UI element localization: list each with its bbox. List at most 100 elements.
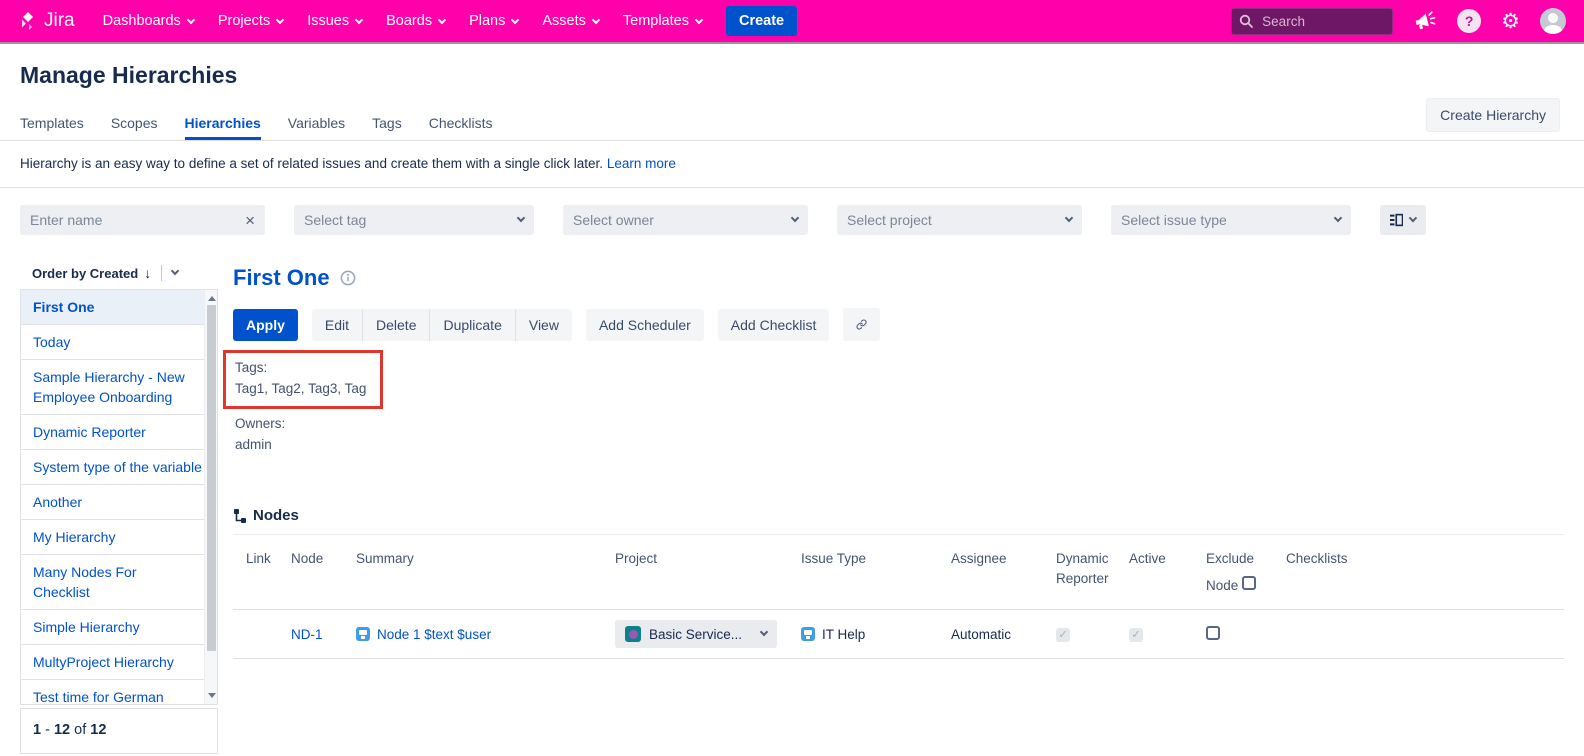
chevron-down-icon <box>791 214 799 222</box>
list-item-many-nodes[interactable]: Many Nodes For Checklist <box>21 555 217 610</box>
tab-hierarchies[interactable]: Hierarchies <box>185 105 261 140</box>
row-dynamic-reporter-cell: ✓ <box>1056 626 1129 642</box>
list-item-today[interactable]: Today <box>21 325 217 360</box>
tab-scopes[interactable]: Scopes <box>111 105 158 140</box>
nav-menu-projects[interactable]: Projects <box>218 13 283 29</box>
pagination: 1 - 12 of 12 <box>20 708 218 754</box>
exclude-all-checkbox[interactable] <box>1242 576 1256 590</box>
delete-button[interactable]: Delete <box>362 309 429 341</box>
col-dynamic-reporter: Dynamic Reporter <box>1056 549 1129 596</box>
nav-menu-boards[interactable]: Boards <box>386 13 445 29</box>
description-text: Hierarchy is an easy way to define a set… <box>20 156 603 171</box>
node-table-row: ND-1 Node 1 $text $user Basic Service...… <box>233 609 1564 659</box>
view-layout-toggle[interactable] <box>1380 205 1426 235</box>
issue-type-value: IT Help <box>822 627 865 642</box>
list-item-dynamic-reporter[interactable]: Dynamic Reporter <box>21 415 217 450</box>
detail-title-row: First One <box>233 265 1564 291</box>
sort-direction-icon[interactable]: ↓ <box>144 265 151 281</box>
exclude-node-checkbox[interactable] <box>1206 626 1220 640</box>
project-filter-select[interactable]: Select project <box>837 205 1082 235</box>
user-avatar[interactable] <box>1540 8 1566 34</box>
page-dash: - <box>45 722 50 738</box>
tabs-bar: Templates Scopes Hierarchies Variables T… <box>0 105 1584 141</box>
chevron-down-icon <box>1409 214 1417 222</box>
tab-tags[interactable]: Tags <box>372 105 402 140</box>
action-buttons-row: Apply Edit Delete Duplicate View Add Sch… <box>233 308 1564 341</box>
info-icon[interactable] <box>340 270 356 286</box>
create-hierarchy-button[interactable]: Create Hierarchy <box>1426 98 1560 132</box>
megaphone-icon[interactable] <box>1413 10 1437 32</box>
name-filter: × <box>20 205 265 235</box>
row-active-cell: ✓ <box>1129 626 1206 642</box>
order-by-control[interactable]: Order by Created ↓ <box>20 257 218 289</box>
chevron-down-icon[interactable] <box>171 267 179 275</box>
chevron-down-icon <box>1334 214 1342 222</box>
nav-menu-label: Assets <box>542 13 586 29</box>
scrollbar-thumb[interactable] <box>207 305 216 651</box>
edit-button[interactable]: Edit <box>312 309 362 341</box>
search-icon <box>1239 14 1254 29</box>
page-total: 12 <box>90 722 106 738</box>
list-item-another[interactable]: Another <box>21 485 217 520</box>
owner-filter-label: Select owner <box>573 212 792 228</box>
gear-icon[interactable]: ⚙ <box>1501 11 1520 32</box>
list-item-simple-hierarchy[interactable]: Simple Hierarchy <box>21 610 217 645</box>
tags-value: Tag1, Tag2, Tag3, Tag <box>235 378 366 399</box>
col-exclude-node: Exclude Node <box>1206 549 1286 596</box>
copy-link-button[interactable] <box>843 308 880 341</box>
active-checkbox: ✓ <box>1129 628 1143 642</box>
scroll-up-arrow-icon[interactable] <box>208 296 216 301</box>
layout-icon <box>1390 213 1403 227</box>
jira-logo[interactable]: Jira <box>18 10 75 32</box>
duplicate-button[interactable]: Duplicate <box>429 309 514 341</box>
chevron-down-icon <box>760 628 768 636</box>
nav-menu-templates[interactable]: Templates <box>623 13 702 29</box>
learn-more-link[interactable]: Learn more <box>607 156 676 171</box>
tab-checklists[interactable]: Checklists <box>429 105 493 140</box>
nav-menu-issues[interactable]: Issues <box>307 13 362 29</box>
col-link: Link <box>233 549 291 596</box>
col-checklists: Checklists <box>1286 549 1564 596</box>
nav-menu-dashboards[interactable]: Dashboards <box>103 13 194 29</box>
project-select[interactable]: Basic Service... <box>615 620 777 648</box>
tab-variables[interactable]: Variables <box>288 105 345 140</box>
row-node-key: ND-1 <box>291 627 356 642</box>
node-summary-link[interactable]: Node 1 $text $user <box>377 627 491 642</box>
nodes-table-header: Link Node Summary Project Issue Type Ass… <box>233 535 1564 606</box>
add-checklist-button[interactable]: Add Checklist <box>718 309 830 341</box>
search-input[interactable] <box>1231 8 1393 35</box>
node-key-link[interactable]: ND-1 <box>291 627 323 642</box>
create-button[interactable]: Create <box>726 6 797 36</box>
project-avatar-icon <box>625 626 641 642</box>
tag-filter-label: Select tag <box>304 212 518 228</box>
col-active: Active <box>1129 549 1206 596</box>
list-item-my-hierarchy[interactable]: My Hierarchy <box>21 520 217 555</box>
list-item-first-one[interactable]: First One <box>21 290 217 325</box>
link-icon <box>856 316 867 333</box>
list-item-test-time-german[interactable]: Test time for German <box>21 680 217 705</box>
list-item-sample-hierarchy[interactable]: Sample Hierarchy - New Employee Onboardi… <box>21 360 217 415</box>
scrollbar[interactable] <box>204 290 217 704</box>
apply-button[interactable]: Apply <box>233 309 298 341</box>
tab-templates[interactable]: Templates <box>20 105 84 140</box>
content-area: Order by Created ↓ First One Today Sampl… <box>0 247 1584 754</box>
owner-filter-select[interactable]: Select owner <box>563 205 808 235</box>
help-icon[interactable]: ? <box>1457 9 1481 33</box>
nav-menu-assets[interactable]: Assets <box>542 13 599 29</box>
nav-menu-label: Issues <box>307 13 349 29</box>
chevron-down-icon <box>187 15 195 23</box>
page-header: Manage Hierarchies <box>0 42 1584 89</box>
project-filter-label: Select project <box>847 212 1066 228</box>
nav-menu-plans[interactable]: Plans <box>469 13 518 29</box>
name-filter-input[interactable] <box>30 212 245 228</box>
add-scheduler-button[interactable]: Add Scheduler <box>586 309 704 341</box>
tag-filter-select[interactable]: Select tag <box>294 205 534 235</box>
clear-icon[interactable]: × <box>245 212 255 229</box>
owners-block: Owners: admin <box>233 413 1564 455</box>
issue-type-filter-select[interactable]: Select issue type <box>1111 205 1351 235</box>
list-item-system-type[interactable]: System type of the variable <box>21 450 217 485</box>
edit-button-group: Edit Delete Duplicate View <box>312 309 572 341</box>
list-item-multyproject[interactable]: MultyProject Hierarchy <box>21 645 217 680</box>
view-button[interactable]: View <box>515 309 572 341</box>
scroll-down-arrow-icon[interactable] <box>208 693 216 698</box>
